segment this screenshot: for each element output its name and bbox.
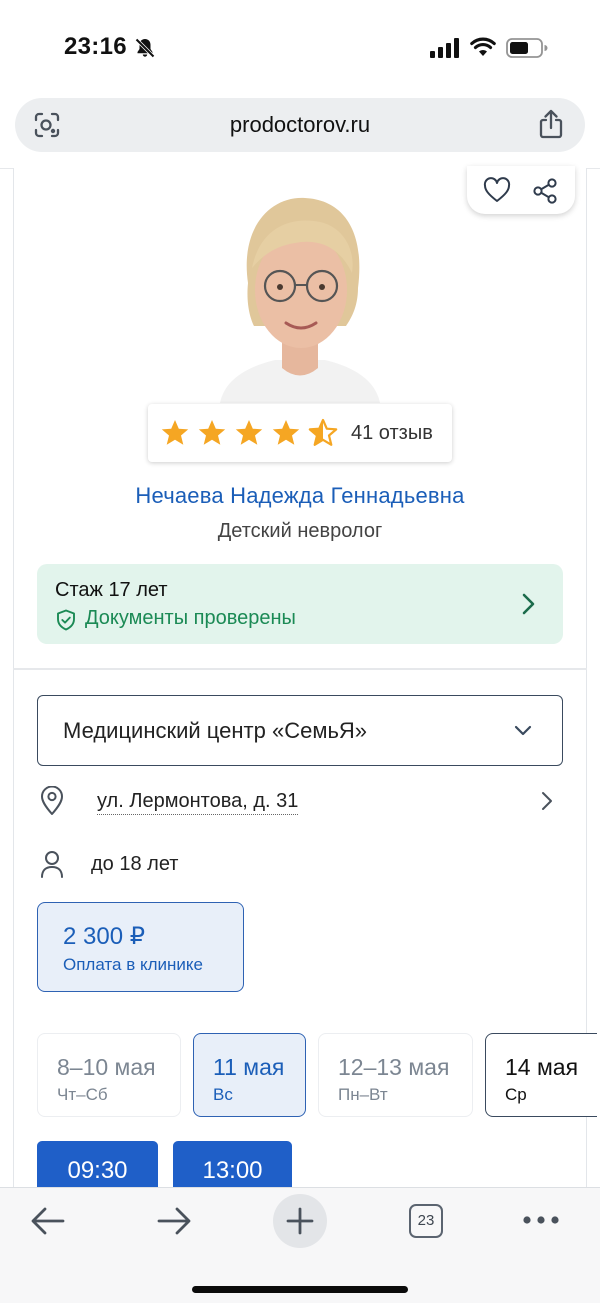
chevron-down-icon [514,725,532,736]
date-chip-weekday: Вс [213,1085,233,1104]
share-nodes-icon[interactable] [531,177,559,205]
share-icon[interactable] [537,109,565,139]
experience-banner[interactable]: Стаж 17 лет Документы проверены [37,564,563,644]
date-chip[interactable]: 8–10 мая Чт–Сб [37,1033,181,1117]
star-full-icon [161,420,189,445]
status-time: 23:16 [64,33,127,60]
home-indicator [192,1286,408,1293]
price-card[interactable]: 2 300 ₽ Оплата в клинике [37,902,244,992]
star-half-icon [308,418,338,446]
date-chip[interactable]: 14 мая Ср [485,1033,597,1117]
chevron-right-icon[interactable] [541,791,553,811]
age-limit: до 18 лет [91,853,179,875]
experience-text: Стаж 17 лет [55,579,168,601]
person-icon [41,851,63,878]
date-chip-selected[interactable]: 11 мая Вс [193,1033,306,1117]
browser-toolbar: 23 [0,1187,600,1303]
payment-note: Оплата в клинике [63,955,203,974]
back-arrow-icon[interactable] [30,1205,66,1237]
section-divider [13,668,587,670]
date-chip-weekday: Пн–Вт [338,1085,388,1104]
date-chip-weekday: Чт–Сб [57,1085,108,1104]
favorite-share-group [467,166,575,214]
new-tab-button[interactable] [273,1194,327,1248]
date-chip-label: 12–13 мая [338,1054,450,1080]
date-chip[interactable]: 12–13 мая Пн–Вт [318,1033,473,1117]
forward-arrow-icon[interactable] [156,1205,192,1237]
rating-box[interactable]: 41 отзыв [148,404,452,462]
chevron-right-icon [522,593,535,615]
status-bar: 23:16 [0,0,600,96]
wifi-icon [470,37,496,56]
clinic-select[interactable]: Медицинский центр «СемьЯ» [37,695,563,766]
heart-icon[interactable] [483,177,511,203]
date-selector: 8–10 мая Чт–Сб 11 мая Вс 12–13 мая Пн–Вт… [37,1033,597,1117]
star-full-icon [272,420,300,445]
bell-off-icon [135,38,155,58]
cellular-signal-icon [430,38,459,58]
reviews-count[interactable]: 41 отзыв [351,422,433,445]
rating-stars [160,418,340,448]
clinic-address-link[interactable]: ул. Лермонтова, д. 31 [97,790,299,815]
documents-verified-text: Документы проверены [85,607,296,629]
date-chip-label: 14 мая [505,1054,579,1080]
doctor-name: Нечаева Надежда Геннадьевна [135,483,465,508]
address-bar[interactable]: prodoctorov.ru [15,98,585,152]
more-dots-icon[interactable] [522,1214,560,1226]
price-value: 2 300 ₽ [63,923,145,950]
url-text[interactable]: prodoctorov.ru [15,112,585,138]
map-pin-icon [41,786,63,815]
star-full-icon [235,420,263,445]
battery-icon [506,38,548,58]
shield-check-icon [57,609,75,631]
date-chip-label: 11 мая [213,1054,285,1080]
plus-icon [286,1207,314,1235]
date-chip-label: 8–10 мая [57,1054,156,1080]
tabs-count-button[interactable]: 23 [409,1204,443,1238]
date-chip-weekday: Ср [505,1085,527,1104]
doctor-specialty: Детский невролог [217,520,383,542]
clinic-select-value: Медицинский центр «СемьЯ» [63,718,368,743]
star-full-icon [198,420,226,445]
doctor-photo [200,188,400,403]
